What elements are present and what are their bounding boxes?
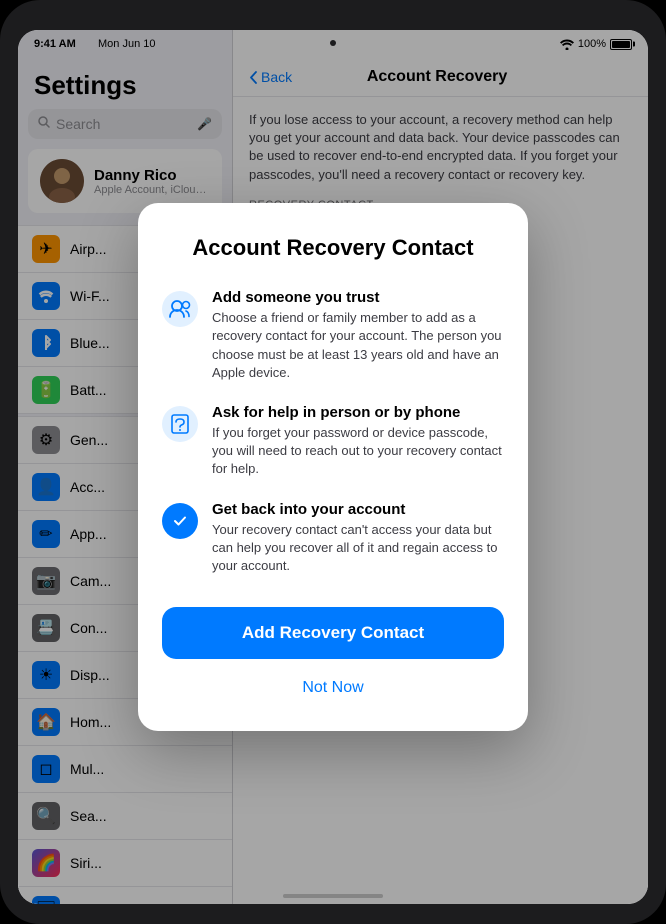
modal-overlay: Account Recovery Contact <box>18 30 648 904</box>
feature-list: Add someone you trust Choose a friend or… <box>162 289 504 575</box>
feature-text-add-someone: Add someone you trust Choose a friend or… <box>212 289 504 382</box>
ask-help-icon <box>162 406 198 442</box>
add-recovery-contact-button[interactable]: Add Recovery Contact <box>162 607 504 659</box>
get-back-icon <box>162 503 198 539</box>
feature-item-add-someone: Add someone you trust Choose a friend or… <box>162 289 504 382</box>
feature-desc-get-back: Your recovery contact can't access your … <box>212 521 504 576</box>
feature-desc-ask-help: If you forget your password or device pa… <box>212 424 504 479</box>
feature-desc-add-someone: Choose a friend or family member to add … <box>212 309 504 382</box>
feature-item-get-back: Get back into your account Your recovery… <box>162 501 504 576</box>
status-right: 100% <box>560 38 632 50</box>
feature-text-ask-help: Ask for help in person or by phone If yo… <box>212 404 504 479</box>
status-bar: 9:41 AM Mon Jun 10 100% <box>18 30 648 58</box>
add-someone-icon <box>162 291 198 327</box>
not-now-button[interactable]: Not Now <box>162 673 504 703</box>
feature-text-get-back: Get back into your account Your recovery… <box>212 501 504 576</box>
status-time: 9:41 AM <box>34 38 76 50</box>
feature-item-ask-help: Ask for help in person or by phone If yo… <box>162 404 504 479</box>
screen: 9:41 AM Mon Jun 10 100% Settings <box>18 30 648 904</box>
battery-fill <box>612 41 630 48</box>
feature-title-get-back: Get back into your account <box>212 501 504 518</box>
feature-title-ask-help: Ask for help in person or by phone <box>212 404 504 421</box>
camera-dot <box>330 40 336 46</box>
modal-sheet: Account Recovery Contact <box>138 203 528 731</box>
modal-title: Account Recovery Contact <box>162 235 504 261</box>
feature-title-add-someone: Add someone you trust <box>212 289 504 306</box>
status-date: Mon Jun 10 <box>98 38 155 50</box>
ipad-frame: 9:41 AM Mon Jun 10 100% Settings <box>0 0 666 924</box>
wifi-icon <box>560 39 574 50</box>
battery-icon <box>610 39 632 50</box>
battery-percent: 100% <box>578 38 606 50</box>
